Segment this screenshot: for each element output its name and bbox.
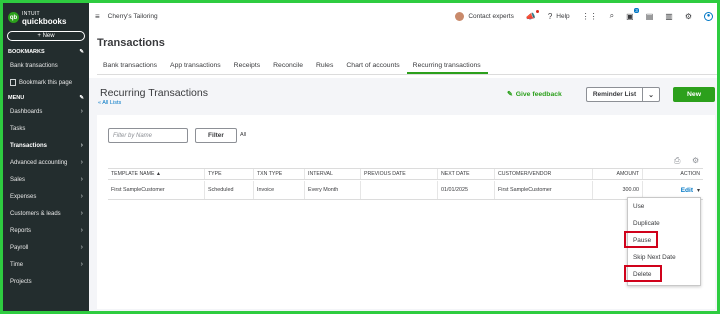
filter-by-name-input[interactable]: Filter by Name [108,128,188,143]
feedback-icon: ✎ [507,91,513,98]
all-lists-link[interactable]: « All Lists [98,100,121,106]
chevron-down-icon[interactable]: ▾ [697,187,700,194]
tab-recurring-transactions[interactable]: Recurring transactions [406,58,488,74]
cell-type: Scheduled [204,181,253,199]
clipboard-icon[interactable]: ▤ [646,12,654,21]
transaction-tabs: Bank transactions App transactions Recei… [97,58,717,75]
recurring-list-card [97,115,715,309]
tab-app-transactions[interactable]: App transactions [164,58,228,74]
print-icon[interactable]: ⎙ [674,156,680,166]
tab-chart-of-accounts[interactable]: Chart of accounts [340,58,406,74]
search-icon[interactable]: ⌕ [610,11,614,21]
sidebar-item-transactions[interactable]: Transactions › [3,137,89,154]
tab-reconcile[interactable]: Reconcile [267,58,310,74]
sidebar-item-tasks[interactable]: Tasks [3,120,89,137]
cell-previous-date [360,181,437,199]
user-profile-icon[interactable]: ● [704,11,713,21]
help-button[interactable]: ? Help [548,12,570,21]
logo-quickbooks: quickbooks [22,16,67,26]
menu-item-use[interactable]: Use [633,203,644,210]
menu-title: MENU [8,95,25,101]
col-type[interactable]: TYPE [204,169,253,179]
gift-icon[interactable]: ▥ [665,12,673,21]
sidebar: qb INTUIT quickbooks + New BOOKMARKS ✎ B… [3,3,89,311]
page-title: Transactions [97,37,165,49]
pencil-icon[interactable]: ✎ [79,49,84,55]
chevron-right-icon: › [80,108,83,115]
edit-link[interactable]: Edit [681,187,693,194]
reminder-list-button[interactable]: Reminder List ⌄ [586,87,660,102]
company-name: Cherry's Tailoring [107,12,158,20]
tab-receipts[interactable]: Receipts [228,58,267,74]
sidebar-item-projects[interactable]: Projects [3,273,89,290]
chevron-right-icon: › [80,227,83,234]
delete-highlight-box [624,265,662,282]
cell-txn-type: Invoice [253,181,304,199]
col-previous-date[interactable]: PREVIOUS DATE [360,169,437,179]
chevron-right-icon: › [80,193,83,200]
expert-avatar [455,11,465,21]
notifications-icon[interactable]: ▣ 3 [626,7,639,21]
hamburger-menu-icon[interactable]: ≡ [95,12,100,21]
notification-badge: 3 [634,7,639,13]
table-header: TEMPLATE NAME ▲ TYPE TXN TYPE INTERVAL P… [108,168,703,180]
table-settings-gear-icon[interactable]: ⚙ [692,156,699,165]
apps-grid-icon[interactable]: ⋮⋮ [582,12,598,21]
sidebar-item-time[interactable]: Time › [3,256,89,273]
give-feedback-button[interactable]: ✎ Give feedback [507,90,562,99]
qb-logo-icon: qb [8,12,19,23]
sidebar-item-advanced-accounting[interactable]: Advanced accounting › [3,154,89,171]
cell-template-name: First SampleCustomer [111,187,165,193]
sidebar-item-customers-leads[interactable]: Customers & leads › [3,205,89,222]
chevron-right-icon: › [80,210,83,217]
settings-gear-icon[interactable]: ⚙ [685,12,692,21]
top-bar: ≡ Cherry's Tailoring Contact experts 📣 ?… [89,3,717,29]
sidebar-item-sales[interactable]: Sales › [3,171,89,188]
sidebar-item-dashboards[interactable]: Dashboards › [3,103,89,120]
pencil-icon[interactable]: ✎ [79,95,84,101]
chevron-down-icon[interactable]: ⌄ [643,88,659,101]
col-txn-type[interactable]: TXN TYPE [253,169,304,179]
pause-highlight-box [624,231,658,248]
chevron-right-icon: › [80,159,83,166]
recurring-transactions-title: Recurring Transactions [100,87,208,99]
col-next-date[interactable]: NEXT DATE [437,169,494,179]
new-recurring-button[interactable]: New [673,87,715,102]
chevron-right-icon: › [80,176,83,183]
help-icon: ? [547,11,553,21]
cell-next-date: 01/01/2025 [437,181,494,199]
bookmarks-title: BOOKMARKS [8,49,45,55]
col-action: ACTION [642,169,703,179]
megaphone-icon[interactable]: 📣 [526,9,539,21]
bookmark-icon [10,79,16,86]
sidebar-item-bookmark-page[interactable]: Bookmark this page [3,74,89,91]
sidebar-item-reports[interactable]: Reports › [3,222,89,239]
col-customer-vendor[interactable]: CUSTOMER/VENDOR [494,169,592,179]
col-interval[interactable]: INTERVAL [304,169,360,179]
table-row: First SampleCustomer Scheduled Invoice E… [108,181,703,200]
sidebar-item-payroll[interactable]: Payroll › [3,239,89,256]
contact-experts-button[interactable]: Contact experts [455,11,514,21]
sidebar-item-expenses[interactable]: Expenses › [3,188,89,205]
tab-rules[interactable]: Rules [310,58,340,74]
menu-item-skip-next-date[interactable]: Skip Next Date [633,254,676,261]
tab-bank-transactions[interactable]: Bank transactions [97,58,164,74]
new-button[interactable]: + New [7,31,85,41]
cell-interval: Every Month [304,181,360,199]
filter-all-label: All [240,132,247,138]
chevron-right-icon: › [80,142,83,149]
menu-item-duplicate[interactable]: Duplicate [633,220,660,227]
col-template-name[interactable]: TEMPLATE NAME ▲ [108,169,204,179]
chevron-right-icon: › [80,261,83,268]
bookmarks-header: BOOKMARKS ✎ [3,47,89,57]
filter-button[interactable]: Filter [195,128,237,143]
sidebar-item-bank-transactions[interactable]: Bank transactions [3,57,89,74]
quickbooks-logo[interactable]: qb INTUIT quickbooks [3,3,89,27]
menu-header: MENU ✎ [3,93,89,103]
col-amount[interactable]: AMOUNT [592,169,642,179]
cell-customer-vendor: First SampleCustomer [494,181,592,199]
chevron-right-icon: › [80,244,83,251]
alert-dot [535,9,539,13]
